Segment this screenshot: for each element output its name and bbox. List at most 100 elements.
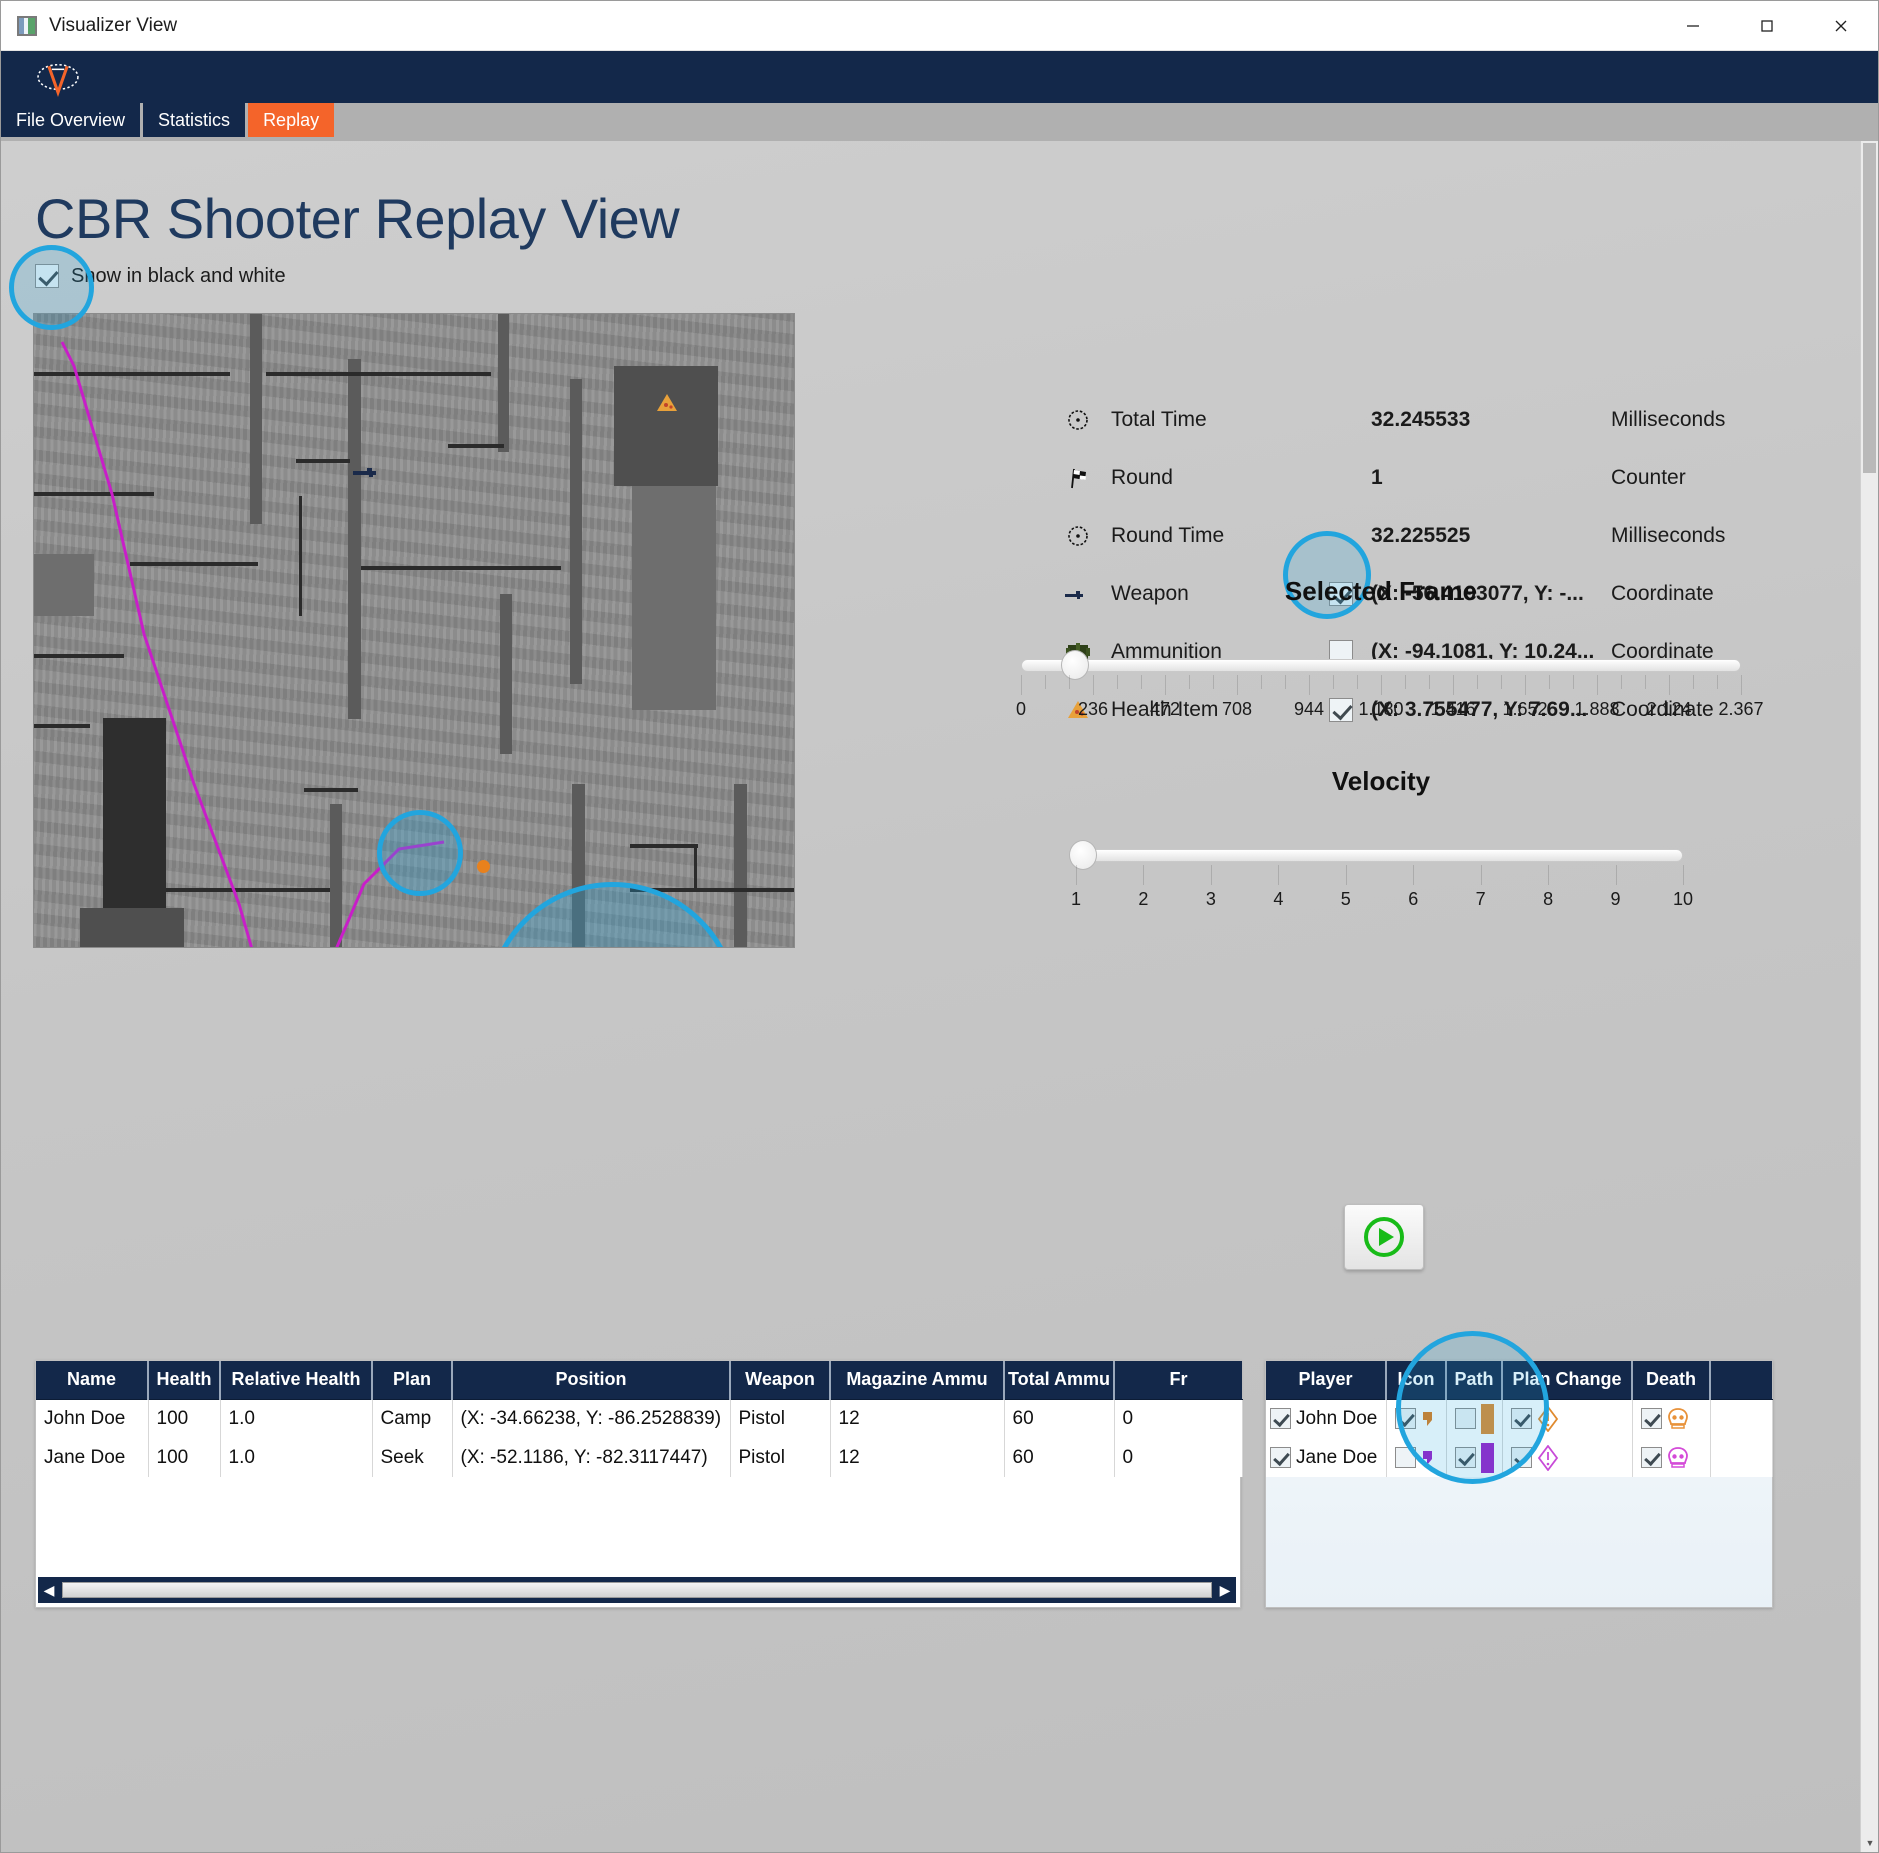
col-magazine-ammu[interactable]: Magazine Ammu — [830, 1361, 1005, 1400]
slider-tick — [1597, 675, 1598, 695]
col-frags[interactable]: Fr — [1114, 1361, 1242, 1400]
stat-unit: Milliseconds — [1611, 408, 1726, 431]
slider-minor-tick — [1117, 675, 1118, 689]
play-icon — [1364, 1217, 1404, 1257]
slider-tick-label: 5 — [1340, 889, 1351, 909]
selected-frame-slider[interactable]: 0 236 472 708 944 1.180 1.416 1.652 1.888 2.124 2.… — [1016, 649, 1764, 719]
player-visibility-checkbox[interactable] — [1270, 1447, 1291, 1468]
map-wall-thin — [130, 562, 258, 566]
map-wall-thin — [34, 724, 90, 728]
title-bar: Visualizer View — [1, 1, 1878, 51]
slider-tick-label: 944 — [1293, 699, 1325, 719]
table-row[interactable]: John Doe 100 1.0 Camp (X: -34.66238, Y: … — [36, 1399, 1243, 1438]
cell-plan: Camp — [372, 1399, 453, 1438]
vertical-scroll-thumb[interactable] — [1863, 143, 1876, 473]
col-position[interactable]: Position — [452, 1361, 731, 1400]
slider-minor-tick — [1693, 675, 1694, 689]
slider-tick — [1741, 675, 1742, 695]
scroll-down-arrow-icon[interactable]: ▼ — [1861, 1834, 1879, 1852]
legend-cell-player[interactable]: John Doe — [1266, 1399, 1387, 1438]
flag-icon — [1061, 466, 1095, 490]
slider-tick-label: 6 — [1408, 889, 1419, 909]
col-relative-health[interactable]: Relative Health — [220, 1361, 373, 1400]
col-name[interactable]: Name — [36, 1361, 149, 1400]
velocity-slider[interactable]: 1 2 3 4 5 6 7 8 9 10 — [1021, 839, 1741, 909]
map-wall — [250, 314, 262, 524]
window-controls — [1656, 1, 1878, 50]
slider-tick — [1165, 675, 1166, 695]
legend-player-name: Jane Doe — [1296, 1446, 1378, 1468]
slider-tick — [1615, 865, 1617, 885]
window-title: Visualizer View — [49, 14, 178, 36]
logo-icon — [37, 63, 79, 97]
col-weapon[interactable]: Weapon — [730, 1361, 831, 1400]
legend-cell-spacer — [1710, 1399, 1773, 1438]
cell-name: Jane Doe — [36, 1438, 149, 1477]
player-dot-marker — [477, 860, 490, 873]
close-button[interactable] — [1804, 1, 1878, 51]
map-wall-thin — [448, 444, 504, 448]
slider-tick — [1480, 865, 1482, 885]
scroll-left-arrow-icon[interactable]: ◀ — [38, 1582, 60, 1599]
map-block — [103, 718, 166, 908]
slider-track[interactable] — [1076, 849, 1683, 862]
col-player[interactable]: Player — [1266, 1361, 1387, 1400]
slider-tick — [1669, 675, 1670, 695]
annotation-ring-bw-checkbox — [9, 245, 94, 330]
legend-cell-death[interactable] — [1632, 1399, 1711, 1438]
slider-minor-tick — [1189, 675, 1190, 689]
clock-icon — [1061, 408, 1095, 432]
replay-map[interactable] — [33, 313, 795, 948]
cell-magazine-ammu: 12 — [830, 1438, 1005, 1477]
map-block — [632, 486, 716, 710]
col-plan[interactable]: Plan — [372, 1361, 453, 1400]
slider-tick — [1453, 675, 1454, 695]
slider-tick-label: 1.888 — [1574, 699, 1620, 719]
play-button[interactable] — [1344, 1204, 1424, 1270]
table-horizontal-scrollbar[interactable]: ◀ ▶ — [38, 1577, 1236, 1603]
legend-cell-player[interactable]: Jane Doe — [1266, 1438, 1387, 1477]
cell-relative-health: 1.0 — [220, 1399, 373, 1438]
slider-tick-label: 1 — [1070, 889, 1082, 909]
table-header-row: Name Health Relative Health Plan Positio… — [36, 1361, 1242, 1400]
stat-row-total-time: Total Time 32.245533 Milliseconds — [1061, 391, 1741, 449]
slider-tick-label: 2 — [1138, 889, 1149, 909]
map-wall — [734, 784, 747, 947]
slider-tick-label: 1.416 — [1430, 699, 1476, 719]
slider-minor-tick — [1357, 675, 1358, 689]
legend-cell-death[interactable] — [1632, 1438, 1711, 1477]
stat-unit: Milliseconds — [1611, 524, 1726, 547]
table-row[interactable]: Jane Doe 100 1.0 Seek (X: -52.1186, Y: -… — [36, 1438, 1243, 1477]
col-total-ammu[interactable]: Total Ammu — [1004, 1361, 1115, 1400]
minimize-button[interactable] — [1656, 1, 1730, 51]
slider-tick-label: 4 — [1273, 889, 1284, 909]
slider-minor-tick — [1573, 675, 1574, 689]
page-vertical-scrollbar[interactable]: ▲ ▼ — [1860, 141, 1878, 1852]
col-health[interactable]: Health — [148, 1361, 221, 1400]
stat-unit: Counter — [1611, 466, 1686, 489]
map-block — [34, 554, 94, 616]
cell-health: 100 — [148, 1399, 221, 1438]
annotation-ring-icon-path-columns — [1396, 1331, 1549, 1484]
slider-minor-tick — [1405, 675, 1406, 689]
scroll-right-arrow-icon[interactable]: ▶ — [1214, 1582, 1236, 1599]
slider-track[interactable] — [1021, 659, 1741, 672]
map-wall-thin — [296, 459, 350, 463]
cell-position: (X: -52.1186, Y: -82.3117447) — [452, 1438, 731, 1477]
col-death[interactable]: Death — [1632, 1361, 1711, 1400]
death-visibility-checkbox[interactable] — [1640, 1447, 1662, 1468]
player-visibility-checkbox[interactable] — [1270, 1408, 1291, 1430]
slider-tick-label: 9 — [1610, 889, 1621, 909]
slider-tick-label: 2.367 — [1718, 699, 1764, 719]
map-wall-thin — [34, 492, 154, 496]
scroll-thumb[interactable] — [62, 1582, 1212, 1598]
tab-statistics[interactable]: Statistics — [143, 103, 246, 137]
tab-replay[interactable]: Replay — [248, 103, 335, 137]
slider-tick-label: 236 — [1077, 699, 1109, 719]
slider-tick-label: 0 — [1015, 699, 1027, 719]
maximize-button[interactable] — [1730, 1, 1804, 51]
slider-minor-tick — [1621, 675, 1622, 689]
death-visibility-checkbox[interactable] — [1640, 1408, 1662, 1430]
tab-file-overview[interactable]: File Overview — [1, 103, 141, 137]
players-table: Name Health Relative Health Plan Positio… — [36, 1361, 1243, 1477]
